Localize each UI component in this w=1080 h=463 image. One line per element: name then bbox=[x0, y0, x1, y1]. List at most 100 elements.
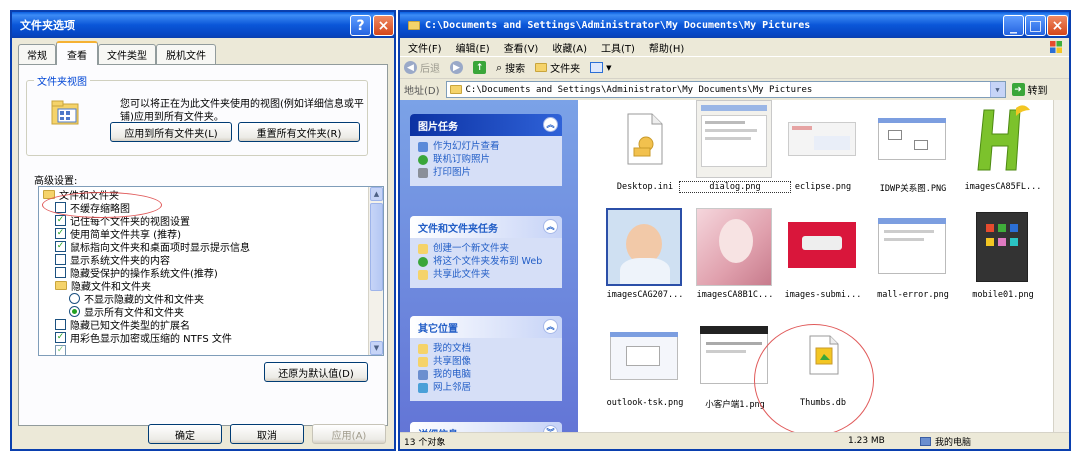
checkbox-unchecked[interactable] bbox=[55, 319, 66, 330]
link-network-places[interactable]: 网上邻居 bbox=[418, 382, 556, 393]
checkbox-checked[interactable]: ✓ bbox=[55, 215, 66, 226]
forward-arrow-icon: ▶ bbox=[450, 61, 463, 74]
link-my-documents[interactable]: 我的文档 bbox=[418, 343, 556, 354]
cancel-button[interactable]: 取消 bbox=[230, 424, 304, 444]
up-arrow-icon: ↑ bbox=[473, 61, 486, 74]
file-tile[interactable]: imagesCA8B1C... bbox=[686, 208, 784, 320]
menu-help[interactable]: 帮助(H) bbox=[649, 40, 684, 55]
checkbox-unchecked[interactable] bbox=[55, 254, 66, 265]
image-thumbnail bbox=[606, 208, 682, 286]
menu-bar: 文件(F) 编辑(E) 查看(V) 收藏(A) 工具(T) 帮助(H) bbox=[400, 38, 1069, 56]
collapse-chevron-icon[interactable]: ︽ bbox=[543, 319, 558, 334]
image-thumbnail bbox=[784, 100, 860, 178]
checkbox-checked[interactable]: ✓ bbox=[55, 345, 66, 355]
panel-header[interactable]: 文件和文件夹任务 ︽ bbox=[410, 216, 562, 238]
tab-view[interactable]: 查看 bbox=[56, 41, 98, 65]
explorer-window: C:\Documents and Settings\Administrator\… bbox=[398, 10, 1071, 451]
annotation-circle bbox=[754, 324, 874, 436]
file-tile[interactable]: outlook-tsk.png bbox=[596, 316, 694, 428]
link-new-folder[interactable]: 创建一个新文件夹 bbox=[418, 243, 556, 254]
file-tile[interactable]: mobile01.png bbox=[954, 208, 1052, 320]
explorer-titlebar[interactable]: C:\Documents and Settings\Administrator\… bbox=[400, 12, 1069, 38]
file-tile[interactable]: Desktop.ini bbox=[596, 100, 694, 212]
checkbox-checked[interactable]: ✓ bbox=[55, 228, 66, 239]
minimize-button[interactable]: _ bbox=[1003, 15, 1024, 36]
panel-other-places: 其它位置 ︽ 我的文档 共享图像 我的电脑 网上邻居 bbox=[410, 316, 562, 401]
apply-to-all-folders-button[interactable]: 应用到所有文件夹(L) bbox=[110, 122, 232, 142]
up-button[interactable]: ↑ bbox=[473, 61, 486, 74]
ok-button[interactable]: 确定 bbox=[148, 424, 222, 444]
close-button[interactable]: × bbox=[373, 15, 394, 36]
tab-general[interactable]: 常规 bbox=[18, 44, 56, 64]
folder-icon bbox=[408, 20, 420, 30]
link-my-computer[interactable]: 我的电脑 bbox=[418, 369, 556, 380]
chevron-down-icon[interactable]: ▼ bbox=[989, 82, 1005, 97]
scroll-up-arrow-icon[interactable]: ▲ bbox=[370, 187, 383, 201]
file-tile[interactable]: IDWP关系图.PNG bbox=[864, 100, 962, 212]
collapse-chevron-icon[interactable]: ︽ bbox=[543, 219, 558, 234]
setting-color-ntfs[interactable]: ✓ 用彩色显示加密或压缩的 NTFS 文件 bbox=[55, 331, 232, 345]
scroll-thumb[interactable] bbox=[370, 203, 383, 291]
link-order-prints[interactable]: 联机订购照片 bbox=[418, 154, 556, 165]
checkbox-checked[interactable]: ✓ bbox=[55, 241, 66, 252]
setting-partially-hidden[interactable]: ✓ bbox=[55, 344, 66, 355]
documents-icon bbox=[418, 344, 428, 354]
checkbox-unchecked[interactable] bbox=[55, 267, 66, 278]
settings-scrollbar[interactable]: ▲ ▼ bbox=[368, 187, 383, 355]
link-share-folder[interactable]: 共享此文件夹 bbox=[418, 269, 556, 280]
file-tile[interactable]: mall-error.png bbox=[864, 208, 962, 320]
radio-unselected[interactable] bbox=[69, 293, 80, 304]
menu-favorites[interactable]: 收藏(A) bbox=[552, 40, 587, 55]
collapse-chevron-icon[interactable]: ︽ bbox=[543, 117, 558, 132]
apply-button[interactable]: 应用(A) bbox=[312, 424, 386, 444]
address-label: 地址(D) bbox=[404, 86, 440, 97]
file-tile[interactable]: imagesCA85FL... bbox=[954, 100, 1052, 212]
forward-button[interactable]: ▶ bbox=[450, 61, 463, 74]
status-size: 1.23 MB bbox=[848, 436, 885, 446]
help-button[interactable]: ? bbox=[350, 15, 371, 36]
folder-view-icon bbox=[51, 100, 79, 125]
menu-tools[interactable]: 工具(T) bbox=[601, 40, 635, 55]
tab-file-types[interactable]: 文件类型 bbox=[98, 44, 156, 64]
restore-defaults-button[interactable]: 还原为默认值(D) bbox=[264, 362, 368, 382]
explorer-title: C:\Documents and Settings\Administrator\… bbox=[425, 19, 811, 31]
tab-offline-files[interactable]: 脱机文件 bbox=[156, 44, 216, 64]
address-input[interactable]: C:\Documents and Settings\Administrator\… bbox=[445, 81, 1006, 98]
link-print-pictures[interactable]: 打印图片 bbox=[418, 167, 556, 178]
maximize-button[interactable]: □ bbox=[1025, 15, 1046, 36]
file-tile[interactable]: dialog.png bbox=[679, 100, 791, 212]
file-tile[interactable]: imagesCAG207... bbox=[596, 208, 694, 320]
dialog-titlebar[interactable]: 文件夹选项 bbox=[12, 12, 394, 38]
menu-view[interactable]: 查看(V) bbox=[504, 40, 539, 55]
search-button[interactable]: ⌕ 搜索 bbox=[496, 60, 525, 76]
link-shared-pictures[interactable]: 共享图像 bbox=[418, 356, 556, 367]
content-scrollbar[interactable] bbox=[1053, 100, 1069, 434]
views-button[interactable]: ▼ bbox=[590, 62, 612, 73]
reset-all-folders-button[interactable]: 重置所有文件夹(R) bbox=[238, 122, 360, 142]
scroll-down-arrow-icon[interactable]: ▼ bbox=[370, 341, 383, 355]
menu-edit[interactable]: 编辑(E) bbox=[456, 40, 490, 55]
search-icon: ⌕ bbox=[496, 60, 503, 74]
advanced-settings-label: 高级设置: bbox=[34, 176, 78, 187]
back-button[interactable]: ◀ 后退 bbox=[404, 60, 440, 75]
new-folder-icon bbox=[418, 244, 428, 254]
folders-button[interactable]: 文件夹 bbox=[535, 60, 580, 75]
status-object-count: 13 个对象 bbox=[404, 437, 446, 448]
panel-header[interactable]: 其它位置 ︽ bbox=[410, 316, 562, 338]
windows-logo-icon bbox=[1050, 41, 1062, 53]
radio-selected[interactable] bbox=[69, 306, 80, 317]
link-slideshow[interactable]: 作为幻灯片查看 bbox=[418, 141, 556, 152]
address-bar: 地址(D) C:\Documents and Settings\Administ… bbox=[400, 78, 1069, 100]
image-thumbnail bbox=[606, 316, 682, 394]
task-pane: 图片任务 ︽ 作为幻灯片查看 联机订购照片 打印图片 文件和文件夹任务 ︽ 创建… bbox=[400, 100, 578, 434]
panel-header[interactable]: 图片任务 ︽ bbox=[410, 114, 562, 136]
link-publish-web[interactable]: 将这个文件夹发布到 Web bbox=[418, 256, 556, 267]
checkbox-checked[interactable]: ✓ bbox=[55, 332, 66, 343]
explorer-close-button[interactable]: × bbox=[1047, 15, 1068, 36]
slideshow-icon bbox=[418, 142, 428, 152]
globe-icon bbox=[418, 155, 428, 165]
file-tile[interactable]: eclipse.png bbox=[774, 100, 872, 212]
file-tile[interactable]: images-submi... bbox=[774, 208, 872, 320]
go-button[interactable]: ➜ 转到 bbox=[1011, 82, 1048, 97]
menu-file[interactable]: 文件(F) bbox=[408, 40, 442, 55]
